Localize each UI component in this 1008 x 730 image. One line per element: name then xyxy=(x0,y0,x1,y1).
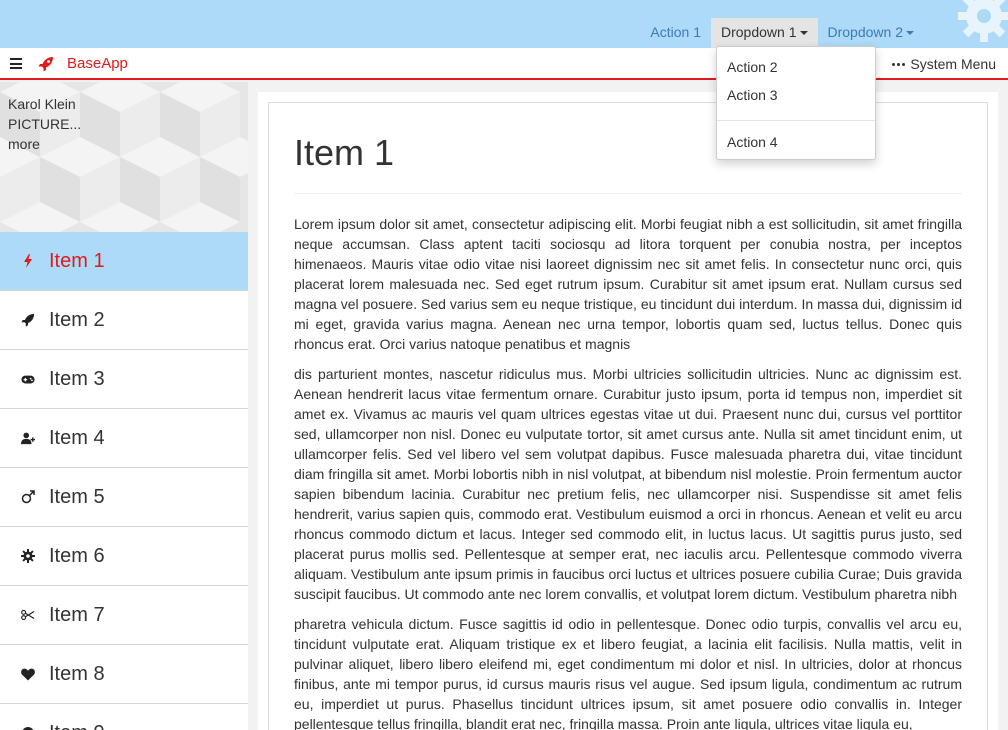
profile-more-link[interactable]: more xyxy=(8,134,81,154)
sidebar-item-2[interactable]: Item 2 xyxy=(0,291,248,350)
top-nav: Action 1 Dropdown 1 Dropdown 2 xyxy=(640,18,924,48)
sidebar-item-label: Item 1 xyxy=(49,249,105,272)
ellipsis-icon xyxy=(892,62,906,66)
heart-icon xyxy=(21,667,35,681)
sidebar-item-label: Item 3 xyxy=(49,367,105,390)
sidebar-item-8[interactable]: Item 8 xyxy=(0,645,248,704)
dropdown-1-label: Dropdown 1 xyxy=(721,24,797,40)
dropdown-2-label: Dropdown 2 xyxy=(827,24,904,40)
sidebar-item-label: Item 9 xyxy=(49,722,105,730)
paragraph-1: Lorem ipsum dolor sit amet, consectetur … xyxy=(294,216,962,352)
paragraph-2: dis parturient montes, nascetur ridiculu… xyxy=(294,366,962,602)
profile-panel: Karol Klein PICTURE... more xyxy=(0,82,248,232)
sidebar-item-label: Item 5 xyxy=(49,485,105,508)
system-menu-label: System Menu xyxy=(910,56,996,72)
sidebar-item-3[interactable]: Item 3 xyxy=(0,350,248,409)
profile-picture-placeholder: PICTURE... xyxy=(8,116,82,132)
scissors-icon xyxy=(21,608,35,622)
sidebar-item-label: Item 7 xyxy=(49,603,105,626)
dropdown-divider xyxy=(717,120,875,121)
hamburger-menu-icon[interactable] xyxy=(10,58,22,69)
caret-down-icon xyxy=(906,31,914,36)
system-menu-button[interactable]: System Menu xyxy=(892,56,996,72)
sidebar-item-label: Item 6 xyxy=(49,544,105,567)
user-plus-icon xyxy=(21,431,35,445)
top-bar: Action 1 Dropdown 1 Dropdown 2 xyxy=(0,0,1008,48)
sidebar-item-9[interactable]: Item 9 xyxy=(0,704,248,730)
sidebar-item-7[interactable]: Item 7 xyxy=(0,586,248,645)
title-divider xyxy=(294,193,962,194)
sidebar: Karol Klein PICTURE... more Item 1 Item … xyxy=(0,82,248,730)
dropdown-1-menu: Action 2 Action 3 Action 4 xyxy=(716,46,876,160)
sidebar-item-4[interactable]: Item 4 xyxy=(0,409,248,468)
bolt-icon xyxy=(21,254,35,268)
brand-link[interactable]: BaseApp xyxy=(67,55,128,72)
sidebar-item-label: Item 4 xyxy=(49,426,105,449)
circle-icon xyxy=(21,726,35,730)
dropdown-2-toggle[interactable]: Dropdown 2 xyxy=(818,18,925,48)
gamepad-icon xyxy=(21,372,35,386)
sidebar-item-1[interactable]: Item 1 xyxy=(0,232,248,291)
content-panel: Item 1 Lorem ipsum dolor sit amet, conse… xyxy=(268,102,988,730)
paragraph-3: pharetra vehicula dictum. Fusce sagittis… xyxy=(294,616,962,730)
gear-icon xyxy=(21,549,35,563)
dropdown-item-action-2[interactable]: Action 2 xyxy=(717,55,875,83)
mars-icon xyxy=(21,490,35,504)
action-1-label: Action 1 xyxy=(650,24,701,40)
profile-name: Karol Klein xyxy=(8,96,76,112)
dropdown-1-toggle[interactable]: Dropdown 1 xyxy=(711,18,818,48)
dropdown-item-action-3[interactable]: Action 3 xyxy=(717,83,875,111)
sidebar-item-6[interactable]: Item 6 xyxy=(0,527,248,586)
rocket-icon xyxy=(38,57,53,72)
main-content: Item 1 Lorem ipsum dolor sit amet, conse… xyxy=(258,92,998,730)
sidebar-item-label: Item 2 xyxy=(49,308,105,331)
sidebar-item-5[interactable]: Item 5 xyxy=(0,468,248,527)
gear-icon xyxy=(958,0,1008,42)
dropdown-item-action-4[interactable]: Action 4 xyxy=(717,130,875,158)
rocket-icon xyxy=(21,313,35,327)
action-1-link[interactable]: Action 1 xyxy=(640,18,711,48)
caret-down-icon xyxy=(799,31,808,36)
sidebar-item-label: Item 8 xyxy=(49,662,105,685)
